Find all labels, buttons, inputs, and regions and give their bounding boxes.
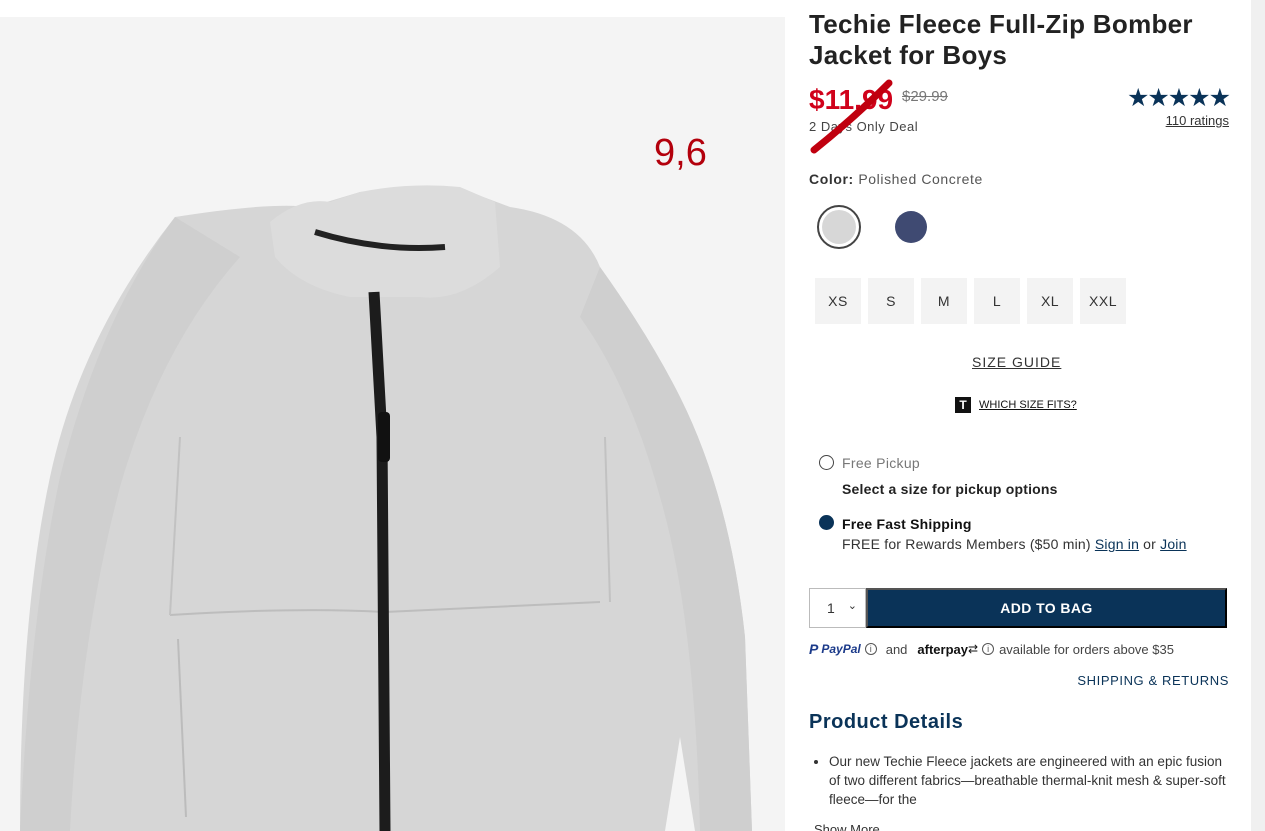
scrollbar-track[interactable] bbox=[1251, 0, 1265, 831]
paypal-info-icon[interactable]: i bbox=[864, 643, 877, 655]
size-xl-button[interactable]: XL bbox=[1027, 278, 1073, 324]
pickup-subtext: Select a size for pickup options bbox=[842, 481, 1058, 497]
list-item: Our new Techie Fleece jackets are engine… bbox=[829, 752, 1229, 809]
shipping-returns-link[interactable]: SHIPPING & RETURNS bbox=[1077, 673, 1229, 688]
which-size-fits-link[interactable]: T WHICH SIZE FITS? bbox=[955, 397, 1077, 413]
annotation-label: 9,6 bbox=[654, 132, 707, 174]
color-label: Color: bbox=[809, 171, 854, 187]
original-price: $29.99 bbox=[902, 88, 948, 105]
sign-in-link[interactable]: Sign in bbox=[1095, 536, 1139, 552]
afterpay-arrows-icon: ⇄ bbox=[968, 642, 979, 656]
paypal-icon: P bbox=[809, 641, 819, 657]
add-to-bag-button[interactable]: ADD TO BAG bbox=[866, 588, 1227, 628]
and-text: and bbox=[885, 641, 908, 657]
size-m-button[interactable]: M bbox=[921, 278, 967, 324]
red-strike-annotation bbox=[810, 79, 893, 154]
swatch-polished-concrete[interactable] bbox=[817, 205, 861, 249]
shipping-subtext: FREE for Rewards Members ($50 min) Sign … bbox=[842, 536, 1187, 552]
rating-stars-icon: ★★★★★ bbox=[1126, 84, 1231, 112]
product-title: Techie Fleece Full-Zip Bomber Jacket for… bbox=[809, 9, 1193, 70]
pickup-label: Free Pickup bbox=[842, 455, 920, 471]
size-selector: XS S M L XL XXL bbox=[815, 278, 1126, 324]
paypal-label: PayPal bbox=[821, 642, 861, 656]
product-image-pane[interactable]: 9,6 bbox=[0, 17, 785, 831]
which-size-fits-label: WHICH SIZE FITS? bbox=[979, 399, 1077, 411]
product-details-heading: Product Details bbox=[809, 711, 964, 733]
ratings-link[interactable]: 110 ratings bbox=[1166, 113, 1229, 128]
size-l-button[interactable]: L bbox=[974, 278, 1020, 324]
paypal-logo: P PayPal bbox=[809, 641, 861, 657]
product-info-panel: Techie Fleece Full-Zip Bomber Jacket for… bbox=[809, 0, 1231, 831]
product-details-list: Our new Techie Fleece jackets are engine… bbox=[829, 752, 1229, 809]
shipping-rewards-text: FREE for Rewards Members ($50 min) bbox=[842, 536, 1091, 552]
afterpay-info-icon[interactable]: i bbox=[982, 643, 995, 655]
swatch-fill bbox=[822, 210, 856, 244]
quantity-select[interactable]: 1 ⌄ bbox=[809, 588, 866, 628]
size-xs-button[interactable]: XS bbox=[815, 278, 861, 324]
shipping-radio[interactable] bbox=[819, 515, 834, 530]
payment-note: available for orders above $35 bbox=[999, 641, 1174, 657]
chevron-down-icon: ⌄ bbox=[847, 600, 857, 612]
or-text: or bbox=[1143, 536, 1157, 552]
quantity-value: 1 bbox=[827, 600, 835, 616]
pickup-radio[interactable] bbox=[819, 455, 834, 470]
true-fit-icon: T bbox=[955, 397, 971, 413]
afterpay-logo: afterpay bbox=[917, 641, 968, 657]
swatch-navy[interactable] bbox=[895, 211, 927, 243]
shipping-label: Free Fast Shipping bbox=[842, 516, 972, 532]
show-more-link[interactable]: Show More bbox=[814, 822, 880, 831]
color-row: Color: Polished Concrete bbox=[809, 171, 983, 187]
size-s-button[interactable]: S bbox=[868, 278, 914, 324]
color-value: Polished Concrete bbox=[858, 171, 983, 187]
size-xxl-button[interactable]: XXL bbox=[1080, 278, 1126, 324]
payment-options-row: P PayPal i and afterpay ⇄ i available fo… bbox=[809, 641, 1174, 657]
size-guide-link[interactable]: SIZE GUIDE bbox=[972, 354, 1061, 370]
join-link[interactable]: Join bbox=[1160, 536, 1186, 552]
